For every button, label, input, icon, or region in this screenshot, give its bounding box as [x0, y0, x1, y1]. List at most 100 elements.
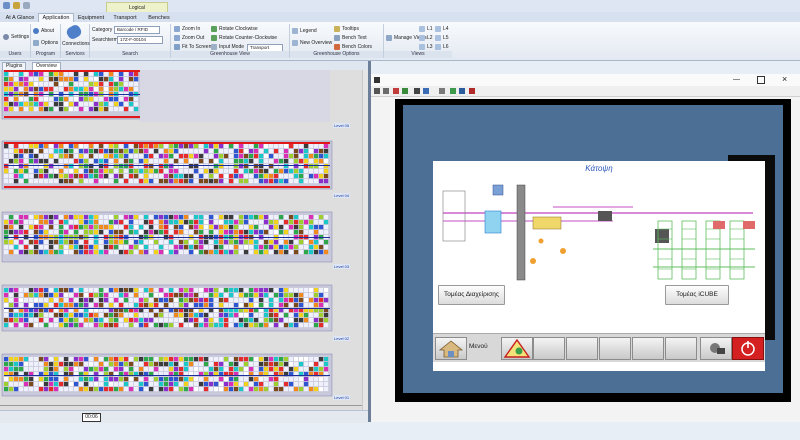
greenhouse-overview-canvas[interactable]: Level 05 Level 04 Level 03 Level 02 Leve… [0, 70, 368, 410]
tooltips-toggle[interactable]: Tooltips [334, 26, 359, 32]
about-button[interactable]: About [33, 28, 54, 34]
aisle-line [4, 165, 330, 166]
view-l5[interactable]: L5 [435, 35, 449, 41]
rotate-cw-button[interactable]: Rotate Clockwise [211, 26, 258, 32]
bench-cell [259, 169, 264, 174]
download-tool-icon[interactable] [450, 88, 456, 94]
bench-cell [199, 240, 204, 245]
new-overview-button[interactable]: New Overview [292, 40, 332, 46]
alarm-button[interactable] [501, 337, 533, 360]
searchterm-input[interactable]: 17Z-F-00104 [117, 36, 163, 44]
bench-cell [254, 367, 259, 372]
empty-button-1[interactable] [533, 337, 565, 360]
tools-button[interactable] [700, 337, 732, 360]
bench-cell [69, 288, 74, 293]
bench-text-toggle[interactable]: Bench Text [334, 35, 367, 41]
stop-tool-icon[interactable] [393, 88, 399, 94]
cancel-tool-icon[interactable] [469, 88, 475, 94]
bench-cell [194, 288, 199, 293]
bench-cell [14, 77, 19, 82]
bench-cell [104, 377, 109, 382]
legend-button[interactable]: Legend [292, 28, 317, 34]
bench-cell [84, 87, 89, 92]
bench-cell [269, 174, 274, 179]
bench-cell [54, 154, 59, 159]
save-icon[interactable] [13, 2, 20, 9]
bench-cell [229, 169, 234, 174]
bench-cell [309, 174, 314, 179]
bench-cell [59, 97, 64, 102]
bench-cell [4, 225, 9, 230]
minimize-icon[interactable]: — [733, 76, 740, 83]
copy-tool-icon[interactable] [439, 88, 445, 94]
bench-colors-toggle[interactable]: Bench Colors [334, 44, 372, 50]
empty-button-5[interactable] [665, 337, 697, 360]
print-tool-icon[interactable] [383, 88, 389, 94]
bench-cell [304, 313, 309, 318]
view-l4[interactable]: L4 [435, 26, 449, 32]
bench-cell [119, 72, 124, 77]
maximize-icon[interactable] [757, 76, 765, 84]
fit-to-screen-button[interactable]: Fit To Screen [174, 44, 211, 50]
bench-cell [134, 154, 139, 159]
view-l1[interactable]: L1 [419, 26, 433, 32]
bench-cell [259, 144, 264, 149]
bench-cell [94, 288, 99, 293]
bench-cell [124, 169, 129, 174]
bench-cell [59, 382, 64, 387]
bench-cell [254, 303, 259, 308]
bench-cell [124, 387, 129, 392]
category-select[interactable]: Barcode / RFID [114, 26, 160, 34]
home-icon [438, 340, 464, 358]
group-views: Manage Views L1 L2 L3 L4 L5 L6 Views [384, 24, 452, 58]
view-l6[interactable]: L6 [435, 44, 449, 50]
bench-cell [89, 225, 94, 230]
floor-plan[interactable] [433, 171, 765, 291]
bench-cell [44, 77, 49, 82]
bench-cell [209, 154, 214, 159]
bench-cell [44, 293, 49, 298]
link-tool-icon[interactable] [414, 88, 420, 94]
bench-cell [184, 179, 189, 184]
save-tool-icon[interactable] [459, 88, 465, 94]
power-button[interactable] [732, 337, 764, 360]
bench-cell [24, 77, 29, 82]
empty-button-3[interactable] [599, 337, 631, 360]
bench-cell [144, 240, 149, 245]
bench-cell [124, 357, 129, 362]
bench-cell [64, 215, 69, 220]
view-l3[interactable]: L3 [419, 44, 433, 50]
refresh-tool-icon[interactable] [402, 88, 408, 94]
bench-cell [294, 230, 299, 235]
empty-button-4[interactable] [632, 337, 664, 360]
bench-cell [239, 298, 244, 303]
empty-button-2[interactable] [566, 337, 598, 360]
rotate-ccw-button[interactable]: Rotate Counter-Clockwise [211, 35, 277, 41]
app-icon[interactable] [3, 2, 10, 9]
bench-cell [169, 323, 174, 328]
bench-cell [89, 313, 94, 318]
bench-cell [129, 387, 134, 392]
bench-cell [79, 298, 84, 303]
zoom-out-button[interactable]: Zoom Out [174, 35, 204, 41]
zoom-in-button[interactable]: Zoom In [174, 26, 200, 32]
icube-area-button[interactable]: Τομέας iCUBE [665, 285, 729, 305]
view-l2[interactable]: L2 [419, 35, 433, 41]
bench-cell [69, 357, 74, 362]
greenhouse-map[interactable] [0, 70, 362, 410]
home-tool-icon[interactable] [374, 88, 380, 94]
bench-cell [254, 159, 259, 164]
connections-button[interactable] [64, 23, 84, 41]
bench-cell [104, 362, 109, 367]
bench-cell [134, 318, 139, 323]
bench-cell [4, 149, 9, 154]
dropdown-icon[interactable] [23, 2, 30, 9]
bench-cell [244, 362, 249, 367]
options-button[interactable]: Options [33, 40, 58, 46]
close-icon[interactable]: × [782, 74, 787, 84]
settings-button[interactable]: Settings [3, 34, 29, 40]
connect-tool-icon[interactable] [423, 88, 429, 94]
distribution-area-button[interactable]: Τομέας Διαχείρισης [438, 285, 505, 305]
home-button[interactable] [435, 337, 467, 360]
bench-cell [199, 154, 204, 159]
